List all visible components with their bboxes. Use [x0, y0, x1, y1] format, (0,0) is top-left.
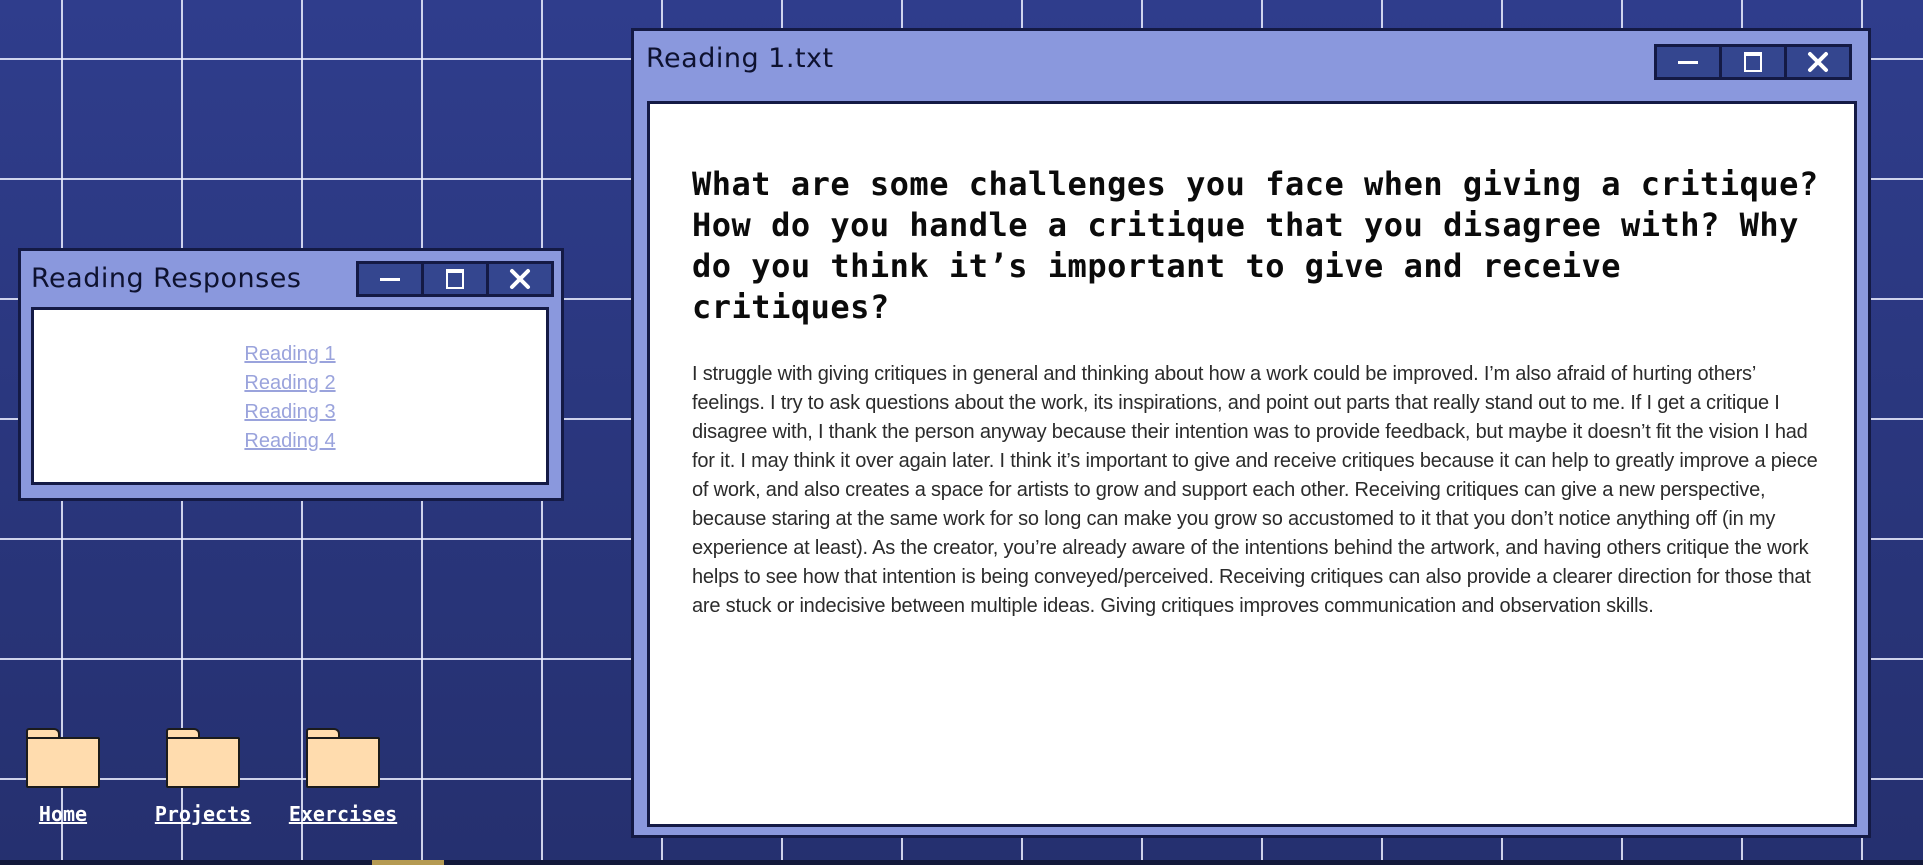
close-button[interactable] — [1787, 47, 1849, 77]
reading-link-2[interactable]: Reading 2 — [34, 369, 546, 398]
close-button[interactable] — [489, 264, 551, 294]
desktop-icon-projects[interactable]: Projects — [148, 728, 258, 826]
window-title: Reading 1.txt — [646, 43, 834, 74]
folder-icon — [26, 728, 100, 788]
question-heading: What are some challenges you face when g… — [692, 165, 1819, 326]
maximize-button[interactable] — [1722, 47, 1784, 77]
minimize-icon — [380, 278, 400, 281]
reading-responses-window: Reading Responses Reading 1 Reading 2 Re… — [18, 248, 564, 501]
reading-link-3[interactable]: Reading 3 — [34, 398, 546, 427]
window-controls — [1654, 44, 1852, 80]
minimize-button[interactable] — [359, 264, 421, 294]
reading-link-1[interactable]: Reading 1 — [34, 340, 546, 369]
maximize-icon — [1744, 52, 1762, 72]
close-icon — [510, 269, 530, 289]
document-content: What are some challenges you face when g… — [647, 101, 1857, 827]
close-icon — [1808, 52, 1828, 72]
desktop-label-home[interactable]: Home — [8, 802, 118, 826]
minimize-icon — [1678, 61, 1698, 64]
window-title: Reading Responses — [31, 263, 302, 294]
maximize-icon — [446, 269, 464, 289]
reading-links-list: Reading 1 Reading 2 Reading 3 Reading 4 — [34, 340, 546, 456]
window-body: Reading 1 Reading 2 Reading 3 Reading 4 — [31, 307, 549, 485]
minimize-button[interactable] — [1657, 47, 1719, 77]
window-controls — [356, 261, 554, 297]
desktop-icon-exercises[interactable]: Exercises — [288, 728, 398, 826]
folder-icon — [306, 728, 380, 788]
maximize-button[interactable] — [424, 264, 486, 294]
reading-link-4[interactable]: Reading 4 — [34, 427, 546, 456]
desktop-label-projects[interactable]: Projects — [148, 802, 258, 826]
desktop-icon-home[interactable]: Home — [8, 728, 118, 826]
desktop-label-exercises[interactable]: Exercises — [288, 802, 398, 826]
taskbar-edge — [0, 860, 1923, 865]
reading-document-window: Reading 1.txt What are some challenges y… — [631, 28, 1871, 838]
answer-paragraph: I struggle with giving critiques in gene… — [692, 363, 1818, 617]
folder-icon — [166, 728, 240, 788]
